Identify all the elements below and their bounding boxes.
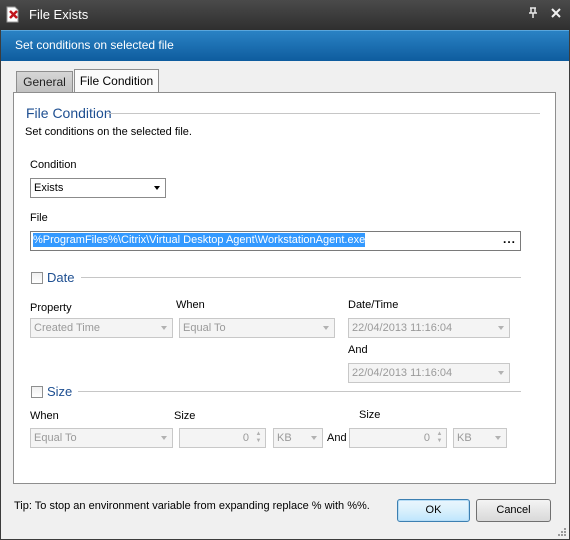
- size1-label: Size: [174, 410, 196, 422]
- file-label: File: [30, 212, 48, 224]
- spin-arrows-icon[interactable]: ▲ ▼: [255, 431, 262, 445]
- date-checkbox[interactable]: [31, 272, 43, 284]
- resize-grip-icon[interactable]: [557, 527, 567, 537]
- chevron-down-icon: [498, 371, 504, 375]
- chevron-down-icon: [161, 326, 167, 330]
- group-divider: [107, 113, 540, 114]
- datetime-picker[interactable]: 22/04/2013 11:16:04: [348, 318, 510, 338]
- size1-unit-select[interactable]: KB: [273, 428, 323, 448]
- and-datetime-label: And: [348, 344, 368, 356]
- browse-button[interactable]: ...: [503, 232, 516, 246]
- size-when-select[interactable]: Equal To: [30, 428, 173, 448]
- group-description: Set conditions on the selected file.: [25, 126, 192, 138]
- size2-label: Size: [359, 409, 381, 421]
- close-icon[interactable]: [549, 7, 563, 21]
- chevron-down-icon: [495, 436, 501, 440]
- size1-stepper[interactable]: 0 ▲ ▼: [179, 428, 266, 448]
- tab-general[interactable]: General: [16, 71, 73, 92]
- condition-select[interactable]: Exists: [30, 178, 166, 198]
- property-label: Property: [30, 302, 72, 314]
- size-divider: [78, 391, 521, 392]
- size1-value: 0: [242, 432, 249, 444]
- date-divider: [81, 277, 521, 278]
- property-select[interactable]: Created Time: [30, 318, 173, 338]
- size-checkbox[interactable]: [31, 386, 43, 398]
- dialog-body: General File Condition File Condition Se…: [1, 61, 569, 539]
- size-section-title: Size: [47, 384, 73, 399]
- size-when-value: Equal To: [34, 432, 77, 444]
- size1-unit-value: KB: [277, 432, 292, 444]
- and-datetime-value: 22/04/2013 11:16:04: [352, 367, 453, 379]
- chevron-down-icon: [323, 326, 329, 330]
- size-when-label: When: [30, 410, 59, 422]
- condition-label: Condition: [30, 159, 77, 171]
- pin-icon[interactable]: [526, 7, 540, 21]
- chevron-down-icon: [311, 436, 317, 440]
- and-datetime-picker[interactable]: 22/04/2013 11:16:04: [348, 363, 510, 383]
- date-when-select[interactable]: Equal To: [179, 318, 335, 338]
- ok-button[interactable]: OK: [397, 499, 470, 522]
- chevron-down-icon: [161, 436, 167, 440]
- condition-value: Exists: [34, 182, 64, 194]
- spin-arrows-icon[interactable]: ▲ ▼: [436, 431, 443, 445]
- file-condition-panel: File Condition Set conditions on the sel…: [13, 92, 556, 484]
- file-exists-app-icon: [6, 6, 19, 23]
- date-section-title: Date: [47, 270, 75, 285]
- size2-value: 0: [423, 432, 430, 444]
- tab-file-condition[interactable]: File Condition: [74, 69, 159, 93]
- datetime-value: 22/04/2013 11:16:04: [352, 322, 453, 334]
- size-and-label: And: [327, 432, 347, 444]
- group-title: File Condition: [26, 105, 112, 121]
- date-when-label: When: [176, 299, 205, 311]
- size2-stepper[interactable]: 0 ▲ ▼: [349, 428, 447, 448]
- banner-text: Set conditions on selected file: [15, 38, 174, 52]
- datetime-label: Date/Time: [348, 299, 399, 311]
- cancel-button[interactable]: Cancel: [476, 499, 551, 522]
- tip-text: Tip: To stop an environment variable fro…: [14, 500, 370, 512]
- chevron-down-icon: [498, 326, 504, 330]
- date-when-value: Equal To: [183, 322, 226, 334]
- file-path-value: %ProgramFiles%\Citrix\Virtual Desktop Ag…: [33, 233, 366, 247]
- size2-unit-value: KB: [457, 432, 472, 444]
- chevron-down-icon: [154, 186, 160, 190]
- size2-unit-select[interactable]: KB: [453, 428, 507, 448]
- property-value: Created Time: [34, 322, 101, 334]
- window-title: File Exists: [29, 7, 89, 22]
- file-path-input[interactable]: %ProgramFiles%\Citrix\Virtual Desktop Ag…: [30, 231, 521, 251]
- title-bar: File Exists: [0, 0, 570, 30]
- header-banner: Set conditions on selected file: [1, 30, 569, 61]
